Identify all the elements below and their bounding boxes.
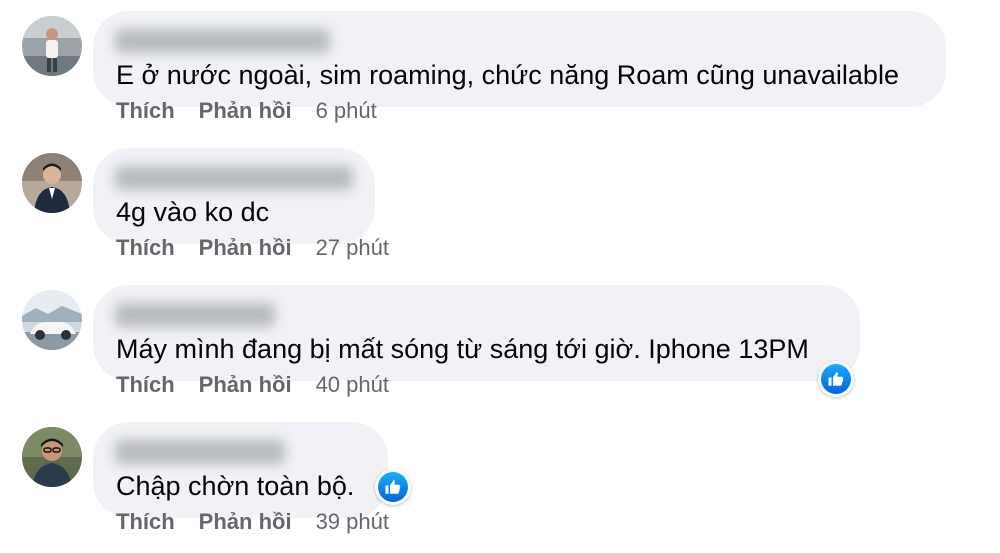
comment-bubble: 4g vào ko dc bbox=[93, 148, 375, 244]
comment: E ở nước ngoài, sim roaming, chức năng R… bbox=[0, 0, 1000, 137]
author-name-blurred[interactable] bbox=[115, 440, 285, 464]
like-link[interactable]: Thích bbox=[116, 98, 175, 123]
comment-text: 4g vào ko dc bbox=[116, 197, 270, 227]
author-name bbox=[93, 422, 94, 423]
comment-text: E ở nước ngoài, sim roaming, chức năng R… bbox=[116, 60, 899, 90]
reply-link[interactable]: Phản hồi bbox=[199, 372, 292, 397]
comment-actions: Thích Phản hồi 6 phút bbox=[116, 98, 377, 124]
comment-bubble: Chập chờn toàn bộ. bbox=[93, 422, 388, 518]
comment-bubble: E ở nước ngoài, sim roaming, chức năng R… bbox=[93, 11, 946, 107]
author-name-blurred[interactable] bbox=[115, 29, 330, 53]
avatar[interactable] bbox=[22, 290, 82, 350]
comment: 4g vào ko dc Thích Phản hồi 27 phút bbox=[0, 137, 1000, 274]
avatar[interactable] bbox=[22, 153, 82, 213]
author-name bbox=[93, 11, 94, 12]
author-name bbox=[93, 148, 94, 149]
like-link[interactable]: Thích bbox=[116, 235, 175, 260]
comment-actions: Thích Phản hồi 39 phút bbox=[116, 509, 389, 535]
comment-actions: Thích Phản hồi 27 phút bbox=[116, 235, 389, 261]
comment-text: Chập chờn toàn bộ. bbox=[116, 471, 355, 501]
comment-actions: Thích Phản hồi 40 phút bbox=[116, 372, 389, 398]
like-reaction-icon[interactable] bbox=[818, 361, 854, 397]
reply-link[interactable]: Phản hồi bbox=[199, 235, 292, 260]
comment-text: Máy mình đang bị mất sóng từ sáng tới gi… bbox=[116, 334, 809, 364]
reply-link[interactable]: Phản hồi bbox=[199, 98, 292, 123]
comment-bubble: Máy mình đang bị mất sóng từ sáng tới gi… bbox=[93, 285, 860, 381]
timestamp[interactable]: 39 phút bbox=[316, 509, 389, 534]
timestamp[interactable]: 27 phút bbox=[316, 235, 389, 260]
reply-link[interactable]: Phản hồi bbox=[199, 509, 292, 534]
author-name-blurred[interactable] bbox=[115, 166, 353, 190]
comment: Máy mình đang bị mất sóng từ sáng tới gi… bbox=[0, 274, 1000, 411]
like-reaction-icon[interactable] bbox=[375, 469, 411, 505]
timestamp[interactable]: 6 phút bbox=[316, 98, 377, 123]
timestamp[interactable]: 40 phút bbox=[316, 372, 389, 397]
author-name-blurred[interactable] bbox=[115, 303, 275, 327]
comment: Chập chờn toàn bộ. Thích Phản hồi 39 phút bbox=[0, 411, 1000, 548]
like-link[interactable]: Thích bbox=[116, 372, 175, 397]
avatar[interactable] bbox=[22, 16, 82, 76]
author-name bbox=[93, 285, 94, 286]
like-link[interactable]: Thích bbox=[116, 509, 175, 534]
avatar[interactable] bbox=[22, 427, 82, 487]
